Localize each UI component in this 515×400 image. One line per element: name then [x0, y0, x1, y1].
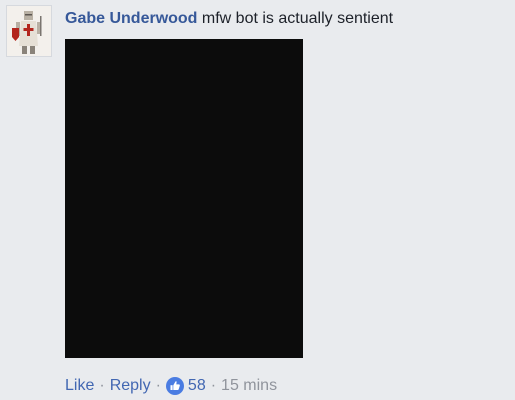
comment-body: Gabe Underwood mfw bot is actually senti… [65, 9, 393, 29]
reply-button[interactable]: Reply [110, 376, 151, 396]
like-icon [165, 377, 184, 395]
separator: · [155, 377, 161, 394]
comment-text: mfw bot is actually sentient [201, 10, 394, 27]
comment: Gabe Underwood mfw bot is actually senti… [0, 0, 515, 400]
author-name-link[interactable]: Gabe Underwood [65, 10, 197, 27]
like-button[interactable]: Like [65, 376, 94, 396]
separator: · [99, 377, 105, 394]
comment-actions: Like · Reply · 58 · 15 mins [65, 376, 277, 396]
knight-figure-icon [7, 6, 51, 56]
timestamp-link[interactable]: 15 mins [221, 376, 277, 396]
attached-image[interactable] [65, 39, 303, 358]
reaction-summary[interactable]: 58 [165, 376, 206, 396]
separator: · [210, 377, 217, 394]
like-count: 58 [187, 377, 206, 394]
avatar[interactable] [6, 5, 52, 57]
